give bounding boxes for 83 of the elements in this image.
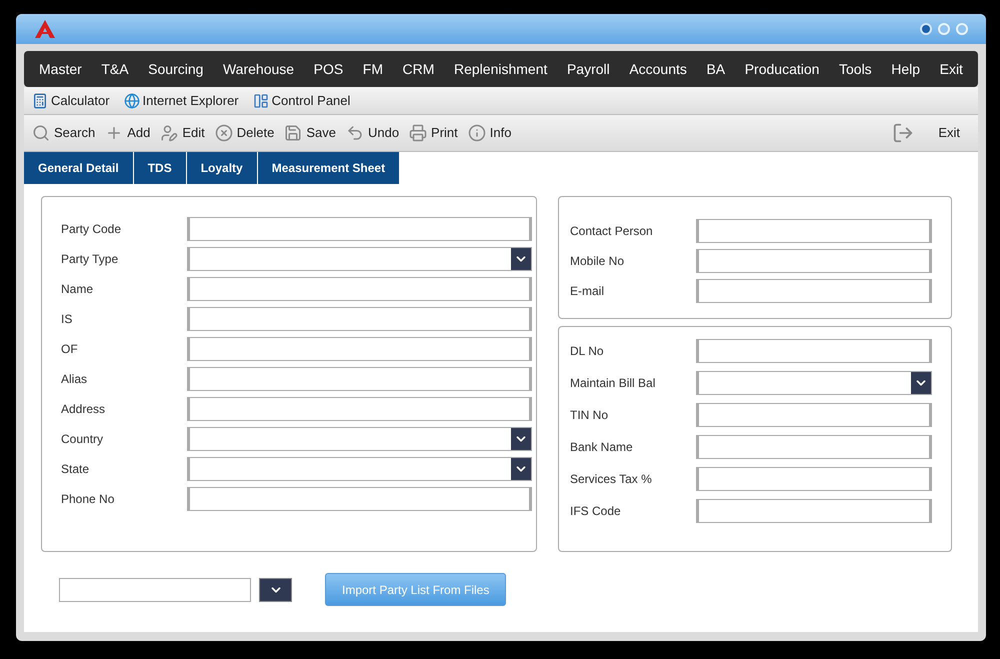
toolbar-button[interactable]: Add	[105, 123, 150, 143]
field-label: Address	[61, 401, 106, 418]
input-field[interactable]	[696, 339, 932, 363]
input-field[interactable]	[187, 217, 532, 241]
field-label: Country	[61, 431, 104, 448]
field-label: State	[61, 461, 90, 478]
toolbar-button[interactable]: Info	[468, 123, 512, 143]
toolbar-button[interactable]: Undo	[346, 123, 400, 143]
dropdown-field[interactable]	[187, 457, 532, 481]
circle-x-icon	[214, 124, 233, 142]
dropdown-field[interactable]	[696, 371, 932, 395]
input-field[interactable]	[59, 578, 251, 602]
logo-icon	[34, 19, 56, 39]
input-field[interactable]	[187, 367, 532, 391]
quick-launch-button[interactable]: Control Panel	[252, 90, 350, 110]
menu-item[interactable]: Exit	[940, 58, 963, 80]
dropdown-field[interactable]	[187, 247, 532, 271]
tab[interactable]: Loyalty	[186, 152, 258, 184]
menu-item[interactable]: Producation	[744, 58, 820, 80]
field-label: Maintain Bill Bal	[570, 375, 656, 392]
input-field[interactable]	[187, 307, 532, 331]
menu-item[interactable]: POS	[314, 58, 344, 80]
field-label: Alias	[61, 371, 88, 388]
menu-item[interactable]: FM	[362, 58, 383, 80]
field-label: OF	[61, 341, 79, 358]
field-label: Party Type	[61, 251, 120, 268]
field-label: E-mail	[570, 283, 606, 300]
dropdown-field[interactable]	[187, 427, 532, 451]
tab[interactable]: General Detail	[24, 152, 134, 184]
field-label: Phone No	[61, 491, 116, 508]
field-label: IS	[61, 311, 74, 328]
menu-item[interactable]: Warehouse	[222, 58, 294, 80]
menu-item[interactable]: Help	[891, 58, 920, 80]
menu-item[interactable]: Replenishment	[454, 58, 548, 80]
tab[interactable]: Measurement Sheet	[258, 152, 400, 184]
toolbar-button[interactable]: Delete	[214, 123, 274, 143]
menu-item[interactable]: Sourcing	[148, 58, 204, 80]
field-label: Contact Person	[570, 223, 654, 240]
input-field[interactable]	[187, 277, 532, 301]
menu-item[interactable]: BA	[706, 58, 726, 80]
info-icon	[468, 124, 486, 142]
input-field[interactable]	[187, 487, 532, 511]
menu-item[interactable]: Tools	[839, 58, 872, 80]
dropdown-button[interactable]	[259, 578, 292, 602]
tab[interactable]: TDS	[134, 152, 187, 184]
field-label: DL No	[570, 343, 605, 360]
printer-icon	[409, 124, 428, 142]
input-field[interactable]	[696, 219, 932, 243]
input-field[interactable]	[696, 435, 932, 459]
field-label: Services Tax %	[570, 471, 653, 488]
quick-launch-button[interactable]: Calculator	[32, 90, 110, 110]
menu-item[interactable]: T&A	[101, 58, 129, 80]
quick-launch-button[interactable]: Internet Explorer	[124, 90, 239, 110]
input-field[interactable]	[696, 249, 932, 273]
input-field[interactable]	[696, 467, 932, 491]
menu-item[interactable]: Master	[39, 58, 82, 80]
toolbar-button[interactable]: Print	[409, 123, 458, 143]
search-icon	[32, 124, 50, 142]
menu-item[interactable]: Payroll	[566, 58, 610, 80]
input-field[interactable]	[187, 337, 532, 361]
toolbar-button[interactable]: Search	[32, 123, 96, 143]
field-label: TIN No	[570, 407, 610, 424]
input-field[interactable]	[187, 397, 532, 421]
field-label: IFS Code	[570, 503, 622, 520]
field-label: Name	[61, 281, 94, 298]
calculator-icon	[32, 92, 48, 108]
toolbar-button[interactable]: Edit	[160, 123, 205, 143]
control-panel-icon	[252, 92, 269, 108]
input-field[interactable]	[696, 403, 932, 427]
field-label: Party Code	[61, 221, 122, 238]
input-field[interactable]	[696, 499, 932, 523]
globe-icon	[124, 92, 140, 108]
exit-button[interactable]: Exit	[892, 122, 970, 144]
exit-door-icon	[892, 122, 914, 144]
field-label: Mobile No	[570, 253, 626, 270]
field-label: Bank Name	[570, 439, 634, 456]
window-control-icon[interactable]	[920, 23, 932, 35]
menu-item[interactable]: Accounts	[629, 58, 687, 80]
user-pen-icon	[160, 124, 178, 142]
toolbar-button[interactable]: Save	[284, 123, 336, 143]
menu-item[interactable]: CRM	[402, 58, 434, 80]
input-field[interactable]	[696, 279, 932, 303]
undo-arrow-icon	[346, 124, 364, 142]
